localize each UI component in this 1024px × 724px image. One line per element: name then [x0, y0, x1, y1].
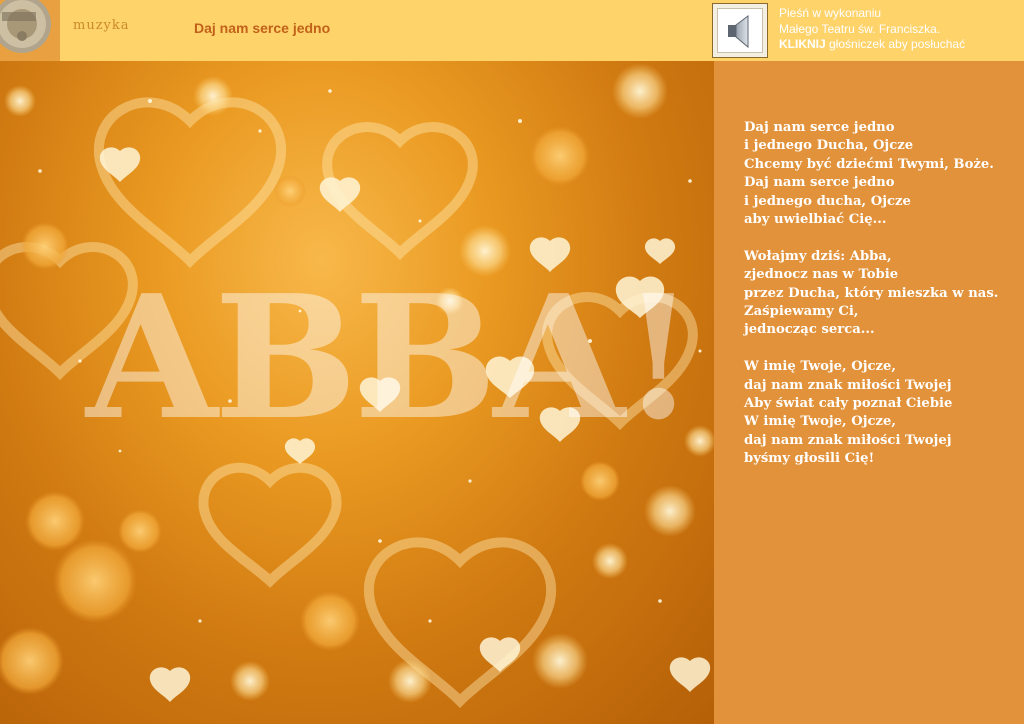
info-line-1: Pieśń w wykonaniu [779, 6, 882, 20]
lyrics-panel: Daj nam serce jedno i jednego Ducha, Ojc… [714, 61, 1024, 724]
lyric-line: zjednocz nas w Tobie [744, 267, 899, 283]
lyric-line: i jednego Ducha, Ojcze [744, 138, 914, 154]
lyric-line: Daj nam serce jedno [744, 175, 895, 191]
lyric-line: Wołajmy dziś: Abba, [744, 248, 892, 264]
lyric-line: jednocząc serca... [744, 322, 875, 338]
lyric-line: Zaśpiewamy Ci, [744, 304, 859, 320]
listen-instructions: Pieśń w wykonaniu Małego Teatru św. Fran… [779, 6, 1024, 53]
header-bar: muzyka Daj nam serce jedno Pieśń w wykon… [0, 0, 1024, 61]
logo [0, 0, 60, 61]
speaker-icon[interactable] [717, 8, 763, 53]
lyric-line: i jednego ducha, Ojcze [744, 193, 911, 209]
song-title: Daj nam serce jedno [194, 20, 331, 36]
lyric-line: daj nam znak miłości Twojej [744, 377, 952, 393]
lyric-line: aby uwielbiać Cię... [744, 212, 887, 228]
stanza-2: Wołajmy dziś: Abba, zjednocz nas w Tobie… [744, 248, 1024, 340]
lyrics-text: Daj nam serce jedno i jednego Ducha, Ojc… [744, 119, 1024, 487]
lyric-line: daj nam znak miłości Twojej [744, 432, 952, 448]
info-rest: głośniczek aby posłuchać [825, 37, 966, 51]
section-label: muzyka [73, 18, 130, 33]
lyric-line: Daj nam serce jedno [744, 120, 895, 135]
hearts-bokeh-image: ABBA! [0, 61, 714, 724]
lyric-line: W imię Twoje, Ojcze, [744, 359, 896, 375]
lyric-line: Aby świat cały poznał Ciebie [744, 396, 953, 412]
speaker-button[interactable] [712, 3, 768, 58]
lyric-line: przez Ducha, który mieszka w nas. [744, 285, 999, 301]
lyric-line: Chcemy być dziećmi Twymi, Boże. [744, 156, 994, 172]
info-line-3: KLIKNIJ głośniczek aby posłuchać [779, 37, 1024, 53]
overlay-word: ABBA! [86, 258, 696, 458]
stanza-3: W imię Twoje, Ojcze, daj nam znak miłośc… [744, 358, 1024, 468]
click-label: KLIKNIJ [779, 37, 826, 51]
lyric-line: W imię Twoje, Ojcze, [744, 414, 896, 430]
stanza-1: Daj nam serce jedno i jednego Ducha, Ojc… [744, 119, 1024, 229]
lyric-line: byśmy głosili Cię! [744, 451, 875, 467]
info-line-2: Małego Teatru św. Franciszka. [779, 21, 941, 36]
